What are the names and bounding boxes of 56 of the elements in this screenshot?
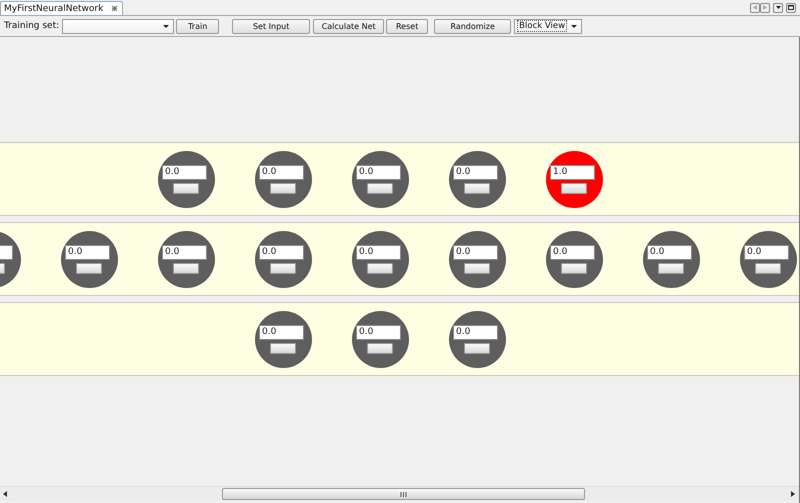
training-set-dropdown[interactable]: [62, 18, 174, 34]
toolbar-button[interactable]: Randomize: [434, 18, 512, 34]
tab-title: MyFirstNeuralNetwork: [4, 4, 104, 14]
neuron-button[interactable]: [464, 343, 490, 354]
value-field[interactable]: 0.0: [356, 325, 401, 340]
maximize-button[interactable]: [786, 2, 796, 12]
close-icon: [111, 5, 118, 12]
training-set-label: Training set:: [4, 21, 60, 31]
value-field[interactable]: 0.0: [259, 325, 304, 340]
neuron-button[interactable]: [464, 183, 490, 194]
neuron-button[interactable]: [76, 263, 102, 274]
value-field[interactable]: 0.0: [65, 245, 110, 260]
arrow-right-icon: [763, 5, 767, 10]
caret-icon: [571, 24, 578, 28]
value-field[interactable]: 0.0: [162, 165, 207, 180]
neuron-button[interactable]: [173, 183, 199, 194]
value-field[interactable]: 0.0: [744, 245, 789, 260]
toolbar-button[interactable]: Train: [176, 18, 220, 34]
neuron-button[interactable]: [755, 263, 781, 274]
neuron-button[interactable]: [367, 183, 393, 194]
value-field[interactable]: 0.0: [259, 165, 304, 180]
arrow-right-icon: [791, 491, 795, 497]
neuron-button[interactable]: [561, 263, 587, 274]
toolbar-button[interactable]: Calculate Net: [313, 18, 384, 34]
value-field[interactable]: 0.0: [453, 245, 498, 260]
neuron-button[interactable]: [270, 263, 296, 274]
value-field[interactable]: 1.0: [550, 165, 595, 180]
value-field[interactable]: 0.0: [647, 245, 692, 260]
neuron-button[interactable]: [658, 263, 684, 274]
arrow-left-icon: [3, 491, 7, 497]
neuron-button[interactable]: [270, 183, 296, 194]
maximize-icon: [788, 5, 794, 10]
grip-icon: [400, 492, 407, 496]
value-field[interactable]: 0.0: [356, 245, 401, 260]
value-field[interactable]: 0.0: [259, 245, 304, 260]
neuron-button[interactable]: [367, 263, 393, 274]
neuron-button[interactable]: [367, 343, 393, 354]
value-field[interactable]: 0.0: [550, 245, 595, 260]
value-field[interactable]: 0.0: [162, 245, 207, 260]
neuron-button[interactable]: [464, 263, 490, 274]
document-tab[interactable]: MyFirstNeuralNetwork: [0, 1, 124, 15]
toolbar-button[interactable]: Reset: [386, 18, 428, 34]
value-field[interactable]: 0.0: [453, 325, 498, 340]
neuron-button[interactable]: [270, 343, 296, 354]
value-field[interactable]: 0.0: [453, 165, 498, 180]
view-dropdown[interactable]: Block View: [514, 18, 582, 34]
scroll-left-button[interactable]: [750, 2, 760, 12]
scrollbar-thumb[interactable]: [222, 488, 585, 500]
value-field[interactable]: 0.0: [356, 165, 401, 180]
toolbar-button[interactable]: Set Input: [232, 18, 310, 34]
neuron-button[interactable]: [173, 263, 199, 274]
neuron-button[interactable]: [561, 183, 587, 194]
caret-icon: [163, 24, 170, 28]
tab-list-button[interactable]: [773, 2, 783, 12]
caret-icon: [776, 6, 780, 9]
arrow-left-icon: [753, 5, 757, 10]
